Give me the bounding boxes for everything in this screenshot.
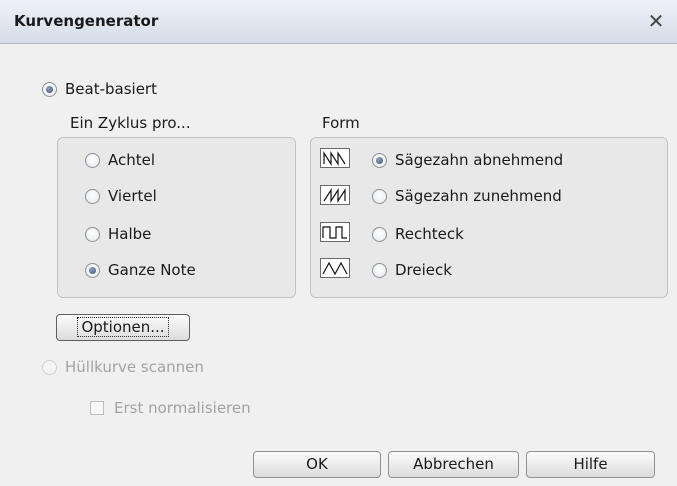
options-button-label: Optionen... bbox=[77, 317, 169, 337]
sawtooth-down-icon bbox=[320, 148, 350, 168]
ok-button[interactable]: OK bbox=[253, 451, 381, 478]
form-option-radio[interactable] bbox=[372, 226, 387, 242]
options-button[interactable]: Optionen... bbox=[56, 314, 190, 341]
form-option-label: Sägezahn zunehmend bbox=[395, 187, 562, 205]
normalize-label: Erst normalisieren bbox=[114, 399, 251, 417]
form-option-radio[interactable] bbox=[372, 262, 387, 278]
beat-based-label: Beat-basiert bbox=[65, 80, 157, 98]
envelope-scan-label: Hüllkurve scannen bbox=[65, 358, 204, 376]
form-option-label: Sägezahn abnehmend bbox=[395, 151, 564, 169]
normalize-checkbox-box[interactable] bbox=[90, 401, 104, 415]
cycle-group-caption: Ein Zyklus pro... bbox=[70, 114, 191, 132]
form-option-saegezahn-zunehmend[interactable]: Sägezahn zunehmend bbox=[372, 187, 562, 205]
beat-based-radio-indicator[interactable] bbox=[42, 81, 57, 97]
help-button[interactable]: Hilfe bbox=[526, 451, 655, 478]
cycle-option-ganze-note[interactable]: Ganze Note bbox=[85, 261, 196, 279]
beat-based-radio[interactable]: Beat-basiert bbox=[42, 80, 157, 98]
cycle-option-radio[interactable] bbox=[85, 226, 100, 242]
form-option-radio[interactable] bbox=[372, 188, 387, 204]
cycle-option-label: Ganze Note bbox=[108, 261, 196, 279]
cycle-option-achtel[interactable]: Achtel bbox=[85, 151, 155, 169]
cycle-option-label: Achtel bbox=[108, 151, 156, 169]
cycle-option-viertel[interactable]: Viertel bbox=[85, 187, 157, 205]
form-option-rechteck[interactable]: Rechteck bbox=[372, 225, 464, 243]
form-option-label: Dreieck bbox=[395, 261, 452, 279]
cycle-option-halbe[interactable]: Halbe bbox=[85, 225, 151, 243]
cycle-option-radio[interactable] bbox=[85, 152, 100, 168]
normalize-checkbox[interactable]: Erst normalisieren bbox=[90, 399, 251, 417]
envelope-scan-radio[interactable]: Hüllkurve scannen bbox=[42, 358, 204, 376]
form-option-label: Rechteck bbox=[395, 225, 464, 243]
title-bar: Kurvengenerator ✕ bbox=[0, 0, 677, 44]
form-option-dreieck[interactable]: Dreieck bbox=[372, 261, 452, 279]
form-option-radio[interactable] bbox=[372, 152, 387, 168]
form-option-saegezahn-abnehmend[interactable]: Sägezahn abnehmend bbox=[372, 151, 563, 169]
close-icon[interactable]: ✕ bbox=[643, 8, 669, 34]
form-group-caption: Form bbox=[322, 114, 360, 132]
square-wave-icon bbox=[320, 222, 350, 242]
dialog-title: Kurvengenerator bbox=[14, 12, 159, 30]
envelope-scan-radio-indicator[interactable] bbox=[42, 359, 57, 375]
cancel-button[interactable]: Abbrechen bbox=[388, 451, 519, 478]
cycle-option-radio[interactable] bbox=[85, 262, 100, 278]
sawtooth-up-icon bbox=[320, 185, 350, 205]
cycle-option-label: Halbe bbox=[108, 225, 152, 243]
cycle-option-label: Viertel bbox=[108, 187, 157, 205]
triangle-wave-icon bbox=[320, 258, 350, 278]
cycle-option-radio[interactable] bbox=[85, 188, 100, 204]
